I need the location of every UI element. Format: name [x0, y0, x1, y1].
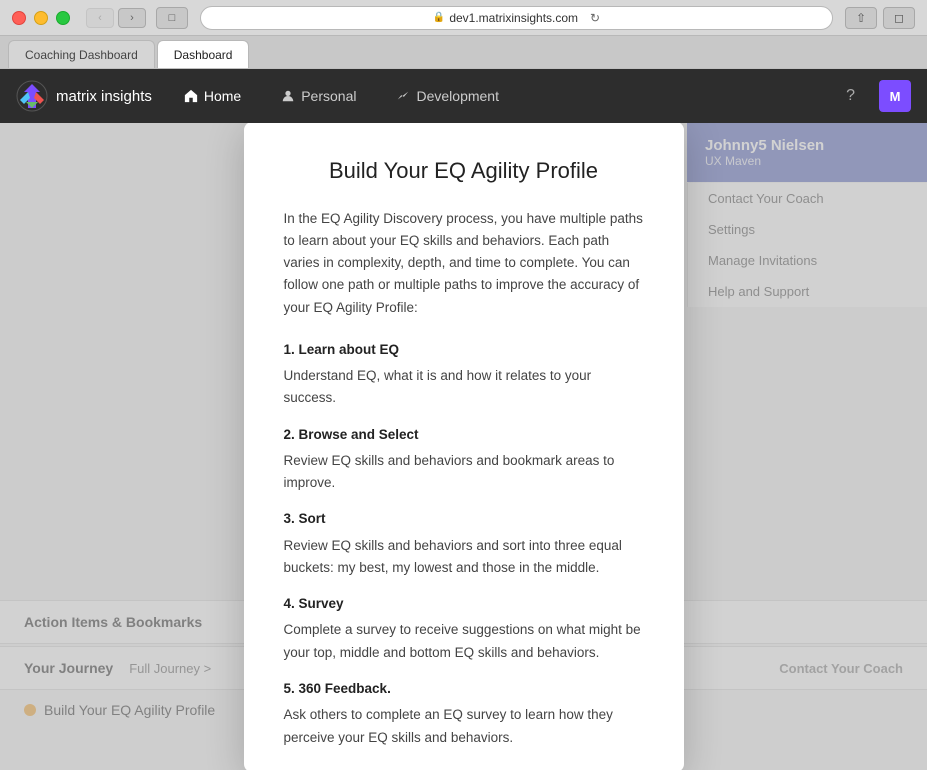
minimize-button[interactable] — [34, 11, 48, 25]
page-background: Understand EQ, what it is and how it rel… — [0, 123, 927, 770]
modal-title: Build Your EQ Agility Profile — [329, 158, 598, 184]
window-chrome: ‹ › □ 🔒 dev1.matrixinsights.com ↻ ⇧ ◻ Co… — [0, 0, 927, 69]
step-1-title: 1. Learn about EQ — [284, 339, 644, 361]
modal-overlay: Build Your EQ Agility Profile In the EQ … — [0, 123, 927, 770]
step-1: 1. Learn about EQ Understand EQ, what it… — [284, 339, 644, 410]
toolbar-right: ⇧ ◻ — [845, 7, 915, 29]
step-3-desc: Review EQ skills and behaviors and sort … — [284, 535, 644, 580]
step-2-title: 2. Browse and Select — [284, 424, 644, 446]
tab-dashboard[interactable]: Dashboard — [157, 40, 250, 68]
traffic-lights — [12, 11, 70, 25]
modal-dialog: Build Your EQ Agility Profile In the EQ … — [244, 123, 684, 770]
close-button[interactable] — [12, 11, 26, 25]
nav-personal[interactable]: Personal — [273, 84, 364, 108]
lock-icon: 🔒 — [433, 12, 445, 23]
new-tab-button[interactable]: ◻ — [883, 7, 915, 29]
address-bar[interactable]: 🔒 dev1.matrixinsights.com ↻ — [200, 6, 833, 30]
step-3: 3. Sort Review EQ skills and behaviors a… — [284, 508, 644, 579]
modal-body: In the EQ Agility Discovery process, you… — [284, 208, 644, 753]
sidebar-toggle[interactable]: □ — [156, 7, 188, 29]
title-bar: ‹ › □ 🔒 dev1.matrixinsights.com ↻ ⇧ ◻ — [0, 0, 927, 36]
step-5-desc: Ask others to complete an EQ survey to l… — [284, 704, 644, 749]
tab-coaching-dashboard[interactable]: Coaching Dashboard — [8, 40, 155, 68]
step-3-title: 3. Sort — [284, 508, 644, 530]
top-nav: matrix insights Home Personal Developmen… — [0, 69, 927, 123]
app-container: matrix insights Home Personal Developmen… — [0, 69, 927, 770]
step-4-title: 4. Survey — [284, 593, 644, 615]
user-avatar[interactable]: M — [879, 80, 911, 112]
modal-intro-text: In the EQ Agility Discovery process, you… — [284, 208, 644, 319]
brand-name: matrix insights — [56, 88, 152, 105]
chart-icon — [396, 89, 410, 103]
browser-tabs: Coaching Dashboard Dashboard — [0, 36, 927, 68]
step-5: 5. 360 Feedback. Ask others to complete … — [284, 678, 644, 749]
share-button[interactable]: ⇧ — [845, 7, 877, 29]
user-icon — [281, 89, 295, 103]
refresh-button[interactable]: ↻ — [590, 11, 600, 25]
step-2-desc: Review EQ skills and behaviors and bookm… — [284, 450, 644, 495]
forward-button[interactable]: › — [118, 8, 146, 28]
back-button[interactable]: ‹ — [86, 8, 114, 28]
nav-development[interactable]: Development — [388, 84, 507, 108]
step-5-title: 5. 360 Feedback. — [284, 678, 644, 700]
browser-nav-arrows: ‹ › — [86, 8, 146, 28]
step-4-desc: Complete a survey to receive suggestions… — [284, 619, 644, 664]
brand-logo — [16, 80, 48, 112]
home-icon — [184, 89, 198, 103]
help-button[interactable]: ? — [846, 87, 855, 105]
maximize-button[interactable] — [56, 11, 70, 25]
address-text: dev1.matrixinsights.com — [449, 11, 578, 25]
brand: matrix insights — [16, 80, 152, 112]
step-2: 2. Browse and Select Review EQ skills an… — [284, 424, 644, 495]
step-1-desc: Understand EQ, what it is and how it rel… — [284, 365, 644, 410]
nav-home[interactable]: Home — [176, 84, 249, 108]
step-4: 4. Survey Complete a survey to receive s… — [284, 593, 644, 664]
